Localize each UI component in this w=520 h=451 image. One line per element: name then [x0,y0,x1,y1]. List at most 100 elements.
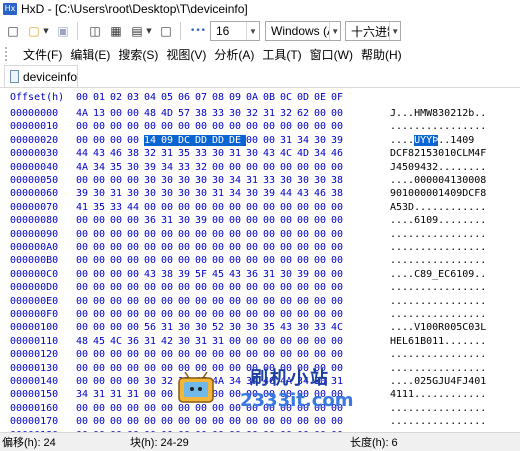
hex-byte-cell[interactable]: 00 [161,403,178,414]
hex-byte-cell[interactable]: 00 [263,242,280,253]
hex-byte-cell[interactable]: 30 [212,175,229,186]
hex-byte-cell[interactable]: 45 [93,336,110,347]
open-ram-icon[interactable]: ▦ [108,23,124,39]
hex-byte-cell[interactable]: 00 [127,175,144,186]
hex-byte-cell[interactable]: 00 [229,336,246,347]
hex-byte-cell[interactable]: 31 [331,376,348,387]
hex-byte-cell[interactable]: 00 [314,296,331,307]
menu-edit[interactable]: 编辑(E) [70,46,110,63]
hex-byte-cell[interactable]: 00 [144,229,161,240]
open-disk-icon[interactable]: ◫ [87,23,103,39]
hex-byte-cell[interactable]: 00 [178,121,195,132]
hex-byte-cell[interactable]: 30 [280,175,297,186]
hex-byte-cell[interactable]: 42 [161,336,178,347]
hex-byte-cell[interactable]: 00 [110,215,127,226]
hex-byte-cell[interactable]: 00 [280,121,297,132]
hex-byte-cell[interactable]: 00 [229,403,246,414]
hex-byte-cell[interactable]: 00 [280,282,297,293]
hex-byte-cell[interactable]: 00 [127,282,144,293]
hex-byte-cell[interactable]: 00 [280,296,297,307]
hex-byte-cell[interactable]: 45 [212,269,229,280]
hex-byte-cell[interactable]: 33 [314,322,331,333]
hex-byte-cell[interactable]: 4C [331,322,348,333]
hex-byte-cell[interactable]: 34 [229,188,246,199]
hex-byte-cell[interactable]: 00 [93,255,110,266]
hex-byte-cell[interactable]: 30 [127,162,144,173]
hex-byte-cell[interactable]: 00 [263,215,280,226]
hex-byte-cell[interactable]: 00 [93,309,110,320]
hex-byte-cell[interactable]: 00 [127,135,144,146]
menu-search[interactable]: 搜索(S) [118,46,158,63]
hex-byte-cell[interactable]: 00 [297,389,314,400]
hex-byte-cell[interactable]: 00 [263,349,280,360]
hex-byte-cell[interactable]: 00 [314,282,331,293]
dropdown-arrow-icon[interactable]: ▼ [145,23,153,39]
hex-byte-cell[interactable]: 00 [331,403,348,414]
ascii-column[interactable]: ................ [390,309,486,320]
hex-byte-cell[interactable]: 00 [178,416,195,427]
hex-byte-cell[interactable]: 30 [144,376,161,387]
dropdown-arrow-icon[interactable]: ▼ [42,23,50,39]
hex-byte-cell[interactable]: 33 [212,108,229,119]
hex-byte-cell[interactable]: 00 [212,416,229,427]
hex-byte-cell[interactable]: 47 [195,376,212,387]
hex-byte-cell[interactable]: 30 [127,188,144,199]
hex-byte-cell[interactable]: 00 [246,121,263,132]
hex-byte-cell[interactable]: 00 [314,202,331,213]
hex-byte-cell[interactable]: 00 [229,389,246,400]
hex-byte-cell[interactable]: 00 [212,296,229,307]
hex-byte-cell[interactable]: 39 [331,135,348,146]
hex-byte-cell[interactable]: 38 [127,148,144,159]
hex-byte-cell[interactable]: 31 [110,188,127,199]
hex-byte-cell[interactable]: 00 [110,229,127,240]
hex-byte-cell[interactable]: 00 [297,309,314,320]
hex-byte-cell[interactable]: 00 [195,296,212,307]
hex-byte-cell[interactable]: 00 [76,376,93,387]
hex-byte-cell[interactable]: 00 [93,135,110,146]
hex-byte-cell[interactable]: 00 [246,336,263,347]
tab-deviceinfo[interactable]: deviceinfo [4,65,78,87]
hex-byte-cell[interactable]: 30 [178,188,195,199]
hex-byte-cell[interactable]: 00 [110,135,127,146]
hex-byte-cell[interactable]: 00 [195,202,212,213]
hex-byte-cell[interactable]: 30 [178,215,195,226]
hex-byte-cell[interactable]: 00 [127,309,144,320]
hex-byte-cell[interactable]: 00 [280,255,297,266]
hex-byte-cell[interactable]: 00 [161,349,178,360]
hex-byte-cell[interactable]: 00 [127,121,144,132]
ascii-column[interactable]: J4509432........ [390,162,486,173]
hex-byte-cell[interactable]: 00 [246,416,263,427]
hex-byte-cell[interactable]: 43 [93,148,110,159]
hex-byte-cell[interactable]: 31 [195,336,212,347]
menu-tools[interactable]: 工具(T) [262,46,301,63]
hex-byte-cell[interactable]: 00 [280,215,297,226]
hex-byte-cell[interactable]: 00 [331,389,348,400]
hex-byte-cell[interactable]: 00 [331,255,348,266]
hex-byte-cell[interactable]: 32 [246,108,263,119]
hex-byte-cell[interactable]: 00 [314,309,331,320]
hex-byte-cell[interactable]: 00 [280,403,297,414]
hex-byte-cell[interactable]: 00 [229,162,246,173]
hex-byte-cell[interactable]: 4A [212,376,229,387]
hex-byte-cell[interactable]: 30 [280,269,297,280]
hex-byte-cell[interactable]: 00 [195,389,212,400]
hex-byte-cell[interactable]: 00 [229,121,246,132]
hex-byte-cell[interactable]: 46 [263,376,280,387]
hex-byte-cell[interactable]: 38 [161,269,178,280]
hex-byte-cell[interactable]: 30 [314,376,331,387]
hex-byte-cell[interactable]: 39 [297,269,314,280]
ascii-column[interactable]: ................ [390,282,486,293]
hex-byte-cell[interactable]: 00 [331,229,348,240]
hex-byte-cell[interactable]: 00 [110,309,127,320]
hex-byte-cell[interactable]: 00 [331,162,348,173]
hex-byte-cell[interactable]: 00 [212,202,229,213]
hex-byte-cell[interactable]: 30 [178,175,195,186]
hex-byte-cell[interactable]: 00 [246,242,263,253]
open-file-icon[interactable]: ▢ [26,23,42,39]
hex-byte-cell[interactable]: 30 [93,188,110,199]
ascii-column[interactable]: ....6109........ [390,215,486,226]
hex-byte-cell[interactable]: 00 [212,349,229,360]
hex-byte-cell[interactable]: 00 [263,121,280,132]
hex-byte-cell[interactable]: 00 [178,229,195,240]
ascii-column[interactable]: ................ [390,403,486,414]
